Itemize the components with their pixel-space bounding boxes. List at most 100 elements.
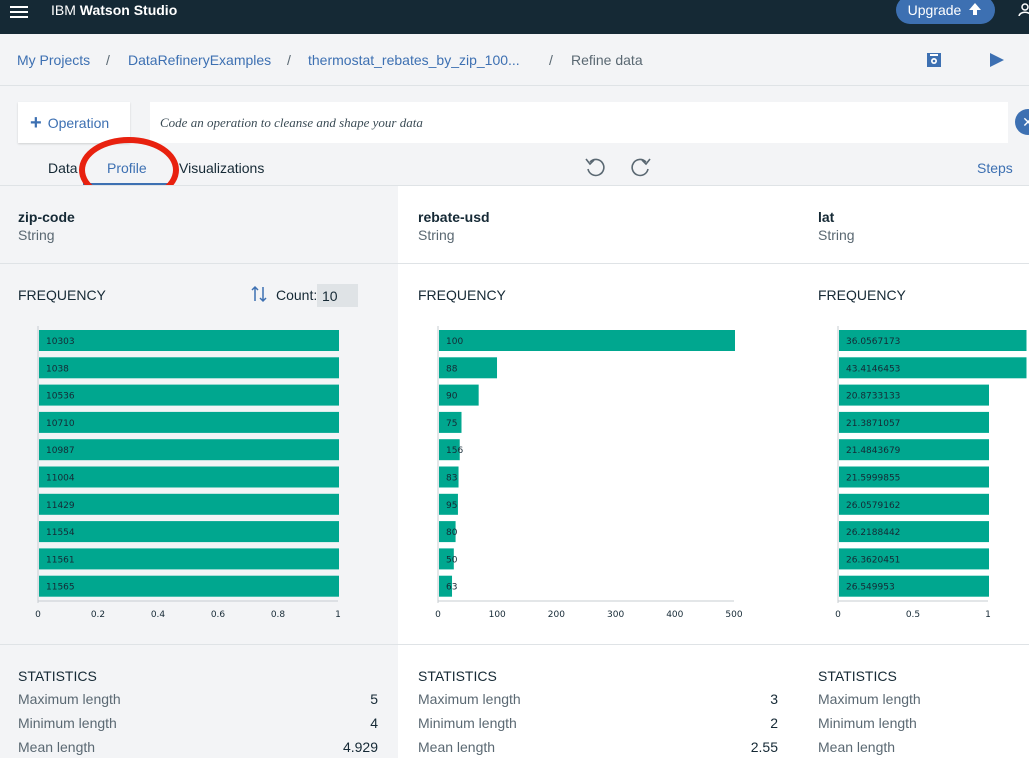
environment-icon[interactable] [926, 52, 942, 68]
x-tick-label: 300 [607, 610, 624, 620]
bar[interactable] [39, 411, 339, 433]
column-profile-lat: lat String FREQUENCY 36.0567173 43.414645… [798, 186, 1029, 758]
tab-visualizations[interactable]: Visualizations [179, 160, 264, 176]
divider [0, 263, 398, 264]
stat-label: Minimum length [18, 715, 117, 731]
stat-label: Minimum length [418, 715, 517, 731]
divider [0, 644, 398, 645]
bar-label: 20.8733133 [846, 392, 900, 402]
x-tick-label: 200 [548, 610, 565, 620]
count-label: Count: [276, 287, 318, 303]
user-icon[interactable] [1018, 2, 1029, 16]
bar[interactable] [39, 357, 339, 379]
undo-icon[interactable] [583, 153, 609, 179]
bar[interactable] [439, 330, 735, 351]
bar-label: 90 [446, 392, 458, 402]
breadcrumb-separator: / [106, 52, 110, 68]
divider [798, 644, 1029, 645]
breadcrumb: My Projects / DataRefineryExamples / the… [0, 34, 1029, 86]
bar-label: 100 [446, 337, 463, 347]
bar-label: 11561 [46, 555, 75, 565]
bar[interactable] [39, 521, 339, 543]
bar-label: 10536 [46, 392, 75, 402]
bar[interactable] [39, 575, 339, 597]
bar-label: 11565 [46, 583, 75, 593]
upgrade-label: Upgrade [907, 2, 962, 18]
x-tick-label: 0.5 [906, 610, 920, 620]
frequency-chart-zip-code: 10303 1038 10536 10710 10987 11004 11429 11554 1… [35, 326, 341, 620]
upgrade-button[interactable]: Upgrade [896, 0, 995, 24]
tab-data[interactable]: Data [48, 160, 78, 176]
bar-label: 11429 [46, 501, 75, 511]
bar-label: 43.4146453 [846, 364, 900, 374]
breadcrumb-project[interactable]: DataRefineryExamples [128, 52, 271, 68]
stat-label: Mean length [18, 739, 96, 755]
column-profile-zip-code: zip-code String FREQUENCY Count: 1030310… [0, 186, 398, 758]
statistics-heading: STATISTICS [18, 668, 97, 684]
x-tick-label: 0.4 [151, 610, 166, 620]
run-icon[interactable] [989, 52, 1005, 68]
breadcrumb-my-projects[interactable]: My Projects [17, 52, 90, 68]
operation-label: Operation [47, 114, 110, 131]
x-tick-label: 400 [666, 610, 683, 620]
bar[interactable] [39, 466, 339, 488]
bar-label: 21.5999855 [846, 474, 900, 484]
bar-label: 156 [446, 446, 463, 456]
bar-label: 26.3620451 [846, 555, 900, 565]
count-input[interactable] [317, 284, 358, 307]
menu-icon[interactable] [10, 3, 28, 19]
bar-label: 83 [446, 474, 457, 484]
bar-label: 50 [446, 555, 458, 565]
steps-link[interactable]: Steps [977, 160, 1013, 176]
x-tick-label: 500 [725, 610, 742, 620]
bar-label: 26.2188442 [846, 528, 900, 538]
bar[interactable] [39, 439, 339, 461]
close-icon[interactable]: ✕ [1015, 109, 1029, 135]
bar[interactable] [39, 330, 339, 351]
frequency-heading: FREQUENCY [18, 287, 106, 303]
x-tick-label: 0 [835, 610, 841, 620]
statistics-heading: STATISTICS [818, 668, 897, 684]
sort-icon[interactable] [249, 284, 269, 304]
stat-value: 4 [370, 715, 378, 731]
breadcrumb-dataset[interactable]: thermostat_rebates_by_zip_100... [308, 52, 520, 68]
stat-label: Maximum length [18, 691, 121, 707]
bar-label: 21.3871057 [846, 419, 900, 429]
column-name: rebate-usd [418, 209, 490, 225]
plus-icon: + [30, 111, 42, 134]
frequency-chart-rebate-usd: 100 88 90 75 156 83 95 80 50 63 0 100 200 300 400 500 [435, 326, 743, 620]
x-tick-label: 0.2 [91, 610, 105, 620]
brand-prefix: IBM [51, 2, 76, 18]
x-tick-label: 100 [489, 610, 506, 620]
column-profile-rebate-usd: rebate-usd String FREQUENCY 100 88 90 75 156… [398, 186, 798, 758]
redo-icon[interactable] [627, 153, 653, 179]
x-tick-label: 0 [35, 610, 41, 620]
stat-label: Maximum length [418, 691, 521, 707]
bar-label: 10710 [46, 419, 75, 429]
command-input[interactable] [150, 102, 1008, 143]
bar-label: 26.0579162 [846, 501, 900, 511]
bar[interactable] [39, 493, 339, 515]
column-type: String [18, 227, 55, 243]
bar-label: 11554 [46, 528, 75, 538]
bar[interactable] [439, 384, 479, 406]
x-tick-label: 1 [335, 610, 341, 620]
column-type: String [818, 227, 855, 243]
bar[interactable] [39, 384, 339, 406]
bar-label: 26.549953 [846, 583, 895, 593]
add-operation-button[interactable]: + Operation [18, 102, 130, 143]
stat-value: 4.929 [342, 739, 378, 755]
brand-name: Watson Studio [79, 2, 178, 18]
divider [398, 263, 798, 264]
bar-label: 21.4843679 [846, 446, 901, 456]
bar-label: 80 [446, 528, 458, 538]
x-tick-label: 1 [985, 610, 991, 620]
tab-profile[interactable]: Profile [107, 160, 147, 176]
brand: IBM Watson Studio [51, 2, 177, 18]
stat-label: Mean length [818, 739, 896, 755]
bar-label: 11004 [46, 474, 75, 484]
x-tick-label: 0 [435, 610, 441, 620]
divider [798, 263, 1029, 264]
top-bar: IBM Watson Studio Upgrade [0, 0, 1029, 34]
bar[interactable] [39, 548, 339, 570]
